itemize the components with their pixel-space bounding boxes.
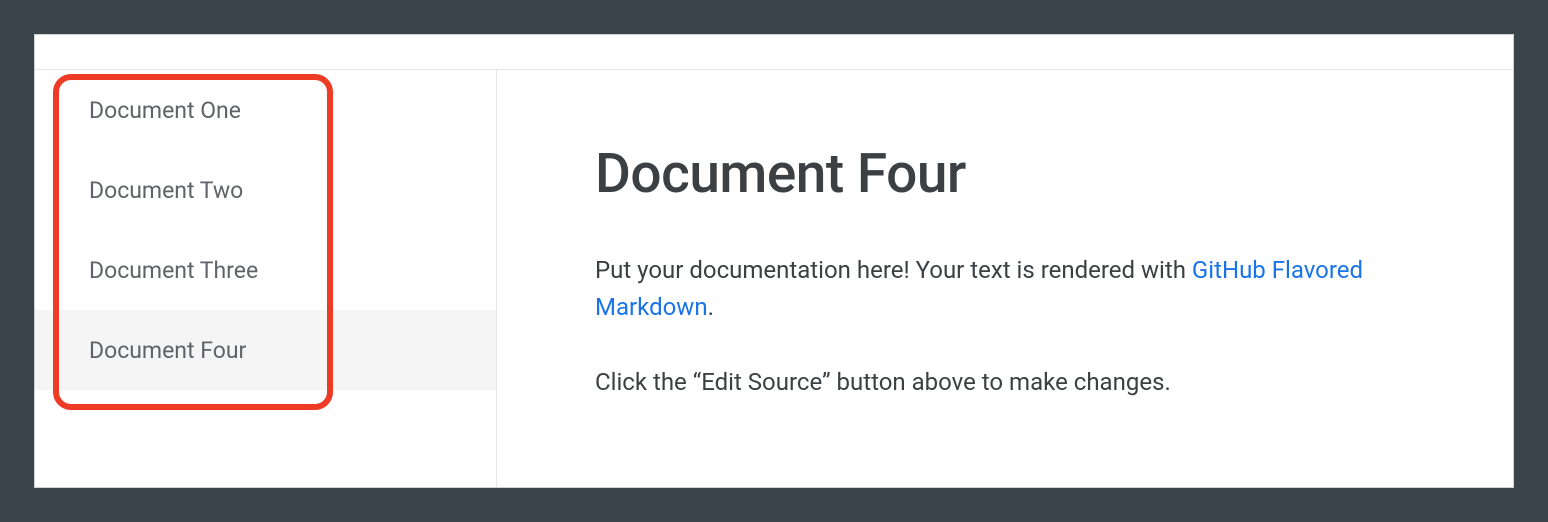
sidebar-item-label: Document Four [89,337,246,364]
paragraph-text: . [708,293,714,321]
document-title: Document Four [595,142,1415,206]
sidebar-item-document-one[interactable]: Document One [35,70,496,150]
sidebar-item-label: Document One [89,97,241,124]
paragraph-text: Put your documentation here! Your text i… [595,256,1192,284]
sidebar-item-document-three[interactable]: Document Three [35,230,496,310]
sidebar-item-label: Document Three [89,257,258,284]
sidebar-item-label: Document Two [89,177,243,204]
sidebar-item-document-two[interactable]: Document Two [35,150,496,230]
document-paragraph-2: Click the “Edit Source” button above to … [595,364,1415,401]
main-panel: Document Four Put your documentation her… [497,70,1513,487]
window-topbar [35,35,1513,70]
app-window: Document One Document Two Document Three… [34,34,1514,488]
content-area: Document One Document Two Document Three… [35,70,1513,487]
sidebar-item-document-four[interactable]: Document Four [35,310,496,390]
sidebar: Document One Document Two Document Three… [35,70,497,487]
document-paragraph-1: Put your documentation here! Your text i… [595,252,1415,326]
